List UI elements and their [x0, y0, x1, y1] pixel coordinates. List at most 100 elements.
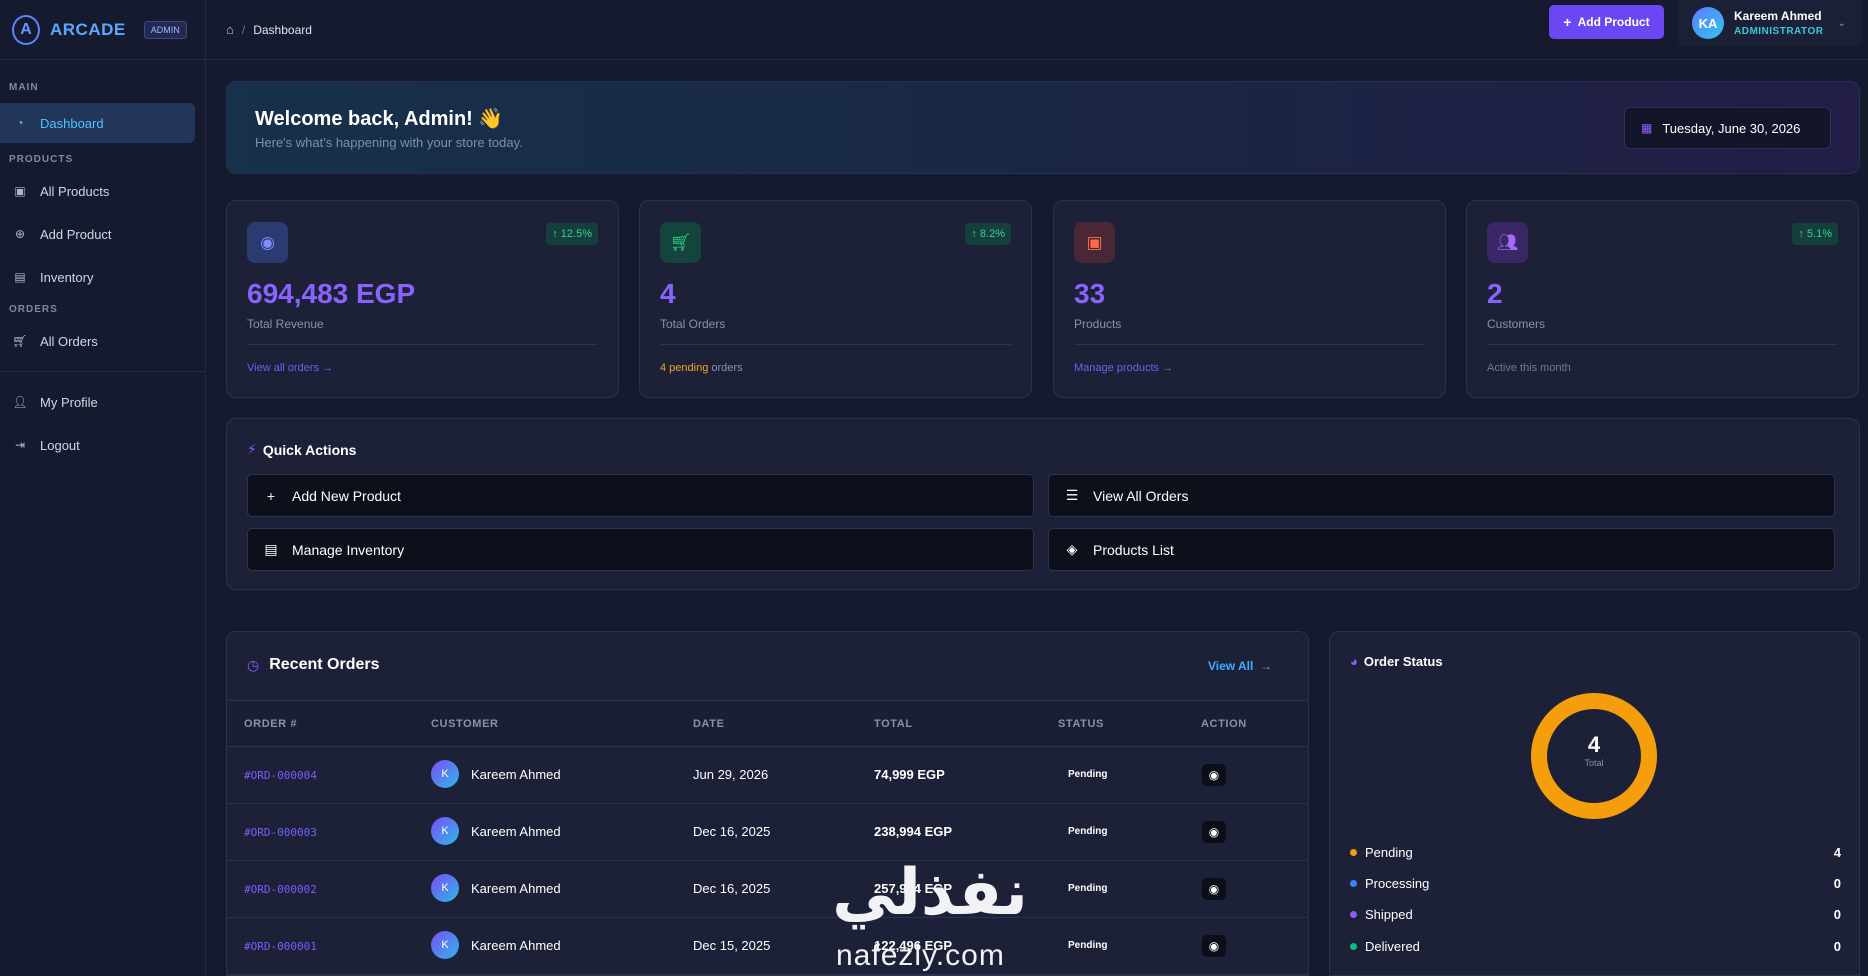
order-date: Dec 15, 2025 — [693, 938, 771, 953]
home-icon[interactable]: ⌂ — [226, 22, 234, 37]
user-gear-icon: 👤︎ — [12, 395, 28, 409]
order-date: Jun 29, 2026 — [693, 767, 769, 782]
eye-icon: ◉ — [1208, 939, 1220, 953]
manage-products-link[interactable]: Manage products → — [1074, 362, 1173, 374]
welcome-banner: Welcome back, Admin! 👋 Here's what's hap… — [226, 81, 1860, 174]
stat-card-orders: 🛒︎ ↑ 8.2% 4 Total Orders 4 pending order… — [639, 200, 1032, 398]
table-row: #ORD-000001 K Kareem Ahmed Dec 15, 2025 1… — [227, 918, 1308, 975]
order-total: 74,999 EGP — [874, 767, 945, 782]
customer-avatar: K — [431, 874, 459, 902]
customer-avatar: K — [431, 760, 459, 788]
legend-dot — [1350, 879, 1357, 887]
column-header: ACTION — [1201, 718, 1247, 730]
sidebar-item-label: My Profile — [40, 394, 98, 410]
recent-orders-panel: ◷ Recent Orders View All → ORDER # CUSTO… — [226, 631, 1309, 976]
legend-count: 0 — [1833, 875, 1841, 891]
view-order-button[interactable]: ◉ — [1202, 764, 1226, 786]
calendar-icon: ▦ — [1641, 121, 1653, 135]
stat-value: 4 — [660, 278, 676, 309]
nav-section-products: PRODUCTS — [9, 154, 74, 165]
sidebar-item-my-profile[interactable]: 👤︎ My Profile — [0, 382, 195, 422]
column-header: DATE — [693, 718, 725, 730]
legend-item-delivered: Delivered 0 — [1350, 936, 1841, 956]
date-text: Tuesday, June 30, 2026 — [1662, 120, 1801, 136]
nav-section-orders: ORDERS — [9, 304, 58, 315]
customer-cell: K Kareem Ahmed — [431, 874, 561, 902]
watermark: نفذلي nafezly.com — [820, 855, 1060, 976]
divider — [1487, 344, 1838, 345]
order-id-link[interactable]: #ORD-000002 — [244, 883, 317, 896]
view-order-button[interactable]: ◉ — [1202, 935, 1226, 957]
table-header: ORDER # CUSTOMER DATE TOTAL STATUS ACTIO… — [227, 700, 1308, 747]
divider — [1074, 344, 1425, 345]
customer-cell: K Kareem Ahmed — [431, 817, 561, 845]
legend-item-processing: Processing 0 — [1350, 873, 1841, 893]
sidebar-item-dashboard[interactable]: ◔ Dashboard — [0, 103, 195, 143]
date-display: ▦ Tuesday, June 30, 2026 — [1624, 107, 1831, 149]
view-all-orders-button[interactable]: ☰ View All Orders — [1048, 474, 1835, 517]
add-product-button[interactable]: + Add Product — [1549, 5, 1664, 39]
logout-icon: ⇥ — [14, 438, 26, 452]
products-list-button[interactable]: ◈ Products List — [1048, 528, 1835, 571]
users-icon: 👥︎ — [1487, 222, 1528, 263]
eye-icon: ◉ — [1208, 882, 1220, 896]
trend-badge: ↑ 12.5% — [546, 223, 598, 245]
view-all-orders-link[interactable]: View all orders → — [247, 362, 333, 374]
user-menu[interactable]: KA Kareem Ahmed ADMINISTRATOR ⌄ — [1678, 0, 1862, 46]
order-id-link[interactable]: #ORD-000003 — [244, 826, 317, 839]
legend-count: 0 — [1833, 938, 1841, 954]
order-date: Dec 16, 2025 — [693, 881, 771, 896]
stat-label: Total Revenue — [247, 317, 324, 331]
pie-chart-icon: ◕ — [1350, 654, 1358, 669]
stat-label: Customers — [1487, 317, 1546, 331]
view-order-button[interactable]: ◉ — [1202, 878, 1226, 900]
watermark-arabic: نفذلي — [832, 856, 1028, 928]
tags-icon: ◈ — [1066, 541, 1078, 557]
divider — [247, 344, 598, 345]
order-id-link[interactable]: #ORD-000004 — [244, 769, 317, 782]
customer-cell: K Kareem Ahmed — [431, 931, 561, 959]
add-new-product-button[interactable]: + Add New Product — [247, 474, 1034, 517]
order-id-link[interactable]: #ORD-000001 — [244, 940, 317, 953]
view-all-link[interactable]: View All → — [1208, 659, 1272, 673]
sidebar-item-logout[interactable]: ⇥ Logout — [0, 425, 195, 465]
admin-badge: ADMIN — [143, 20, 187, 39]
gauge-icon: ◔ — [16, 116, 24, 130]
cart-icon: 🛒︎ — [660, 222, 701, 263]
stat-card-products: ▣ 33 Products Manage products → — [1053, 200, 1446, 398]
legend-dot — [1350, 848, 1357, 856]
list-icon: ☰ — [1065, 487, 1079, 503]
eye-icon: ◉ — [1208, 768, 1220, 782]
legend-dot — [1350, 942, 1357, 950]
topbar: ⌂ / Dashboard + Add Product KA Kareem Ah… — [206, 0, 1868, 60]
watermark-latin: nafezly.com — [836, 939, 1005, 972]
status-badge: Pending — [1068, 769, 1108, 780]
breadcrumb-separator: / — [241, 22, 246, 37]
stat-label: Total Orders — [660, 317, 726, 331]
bolt-icon: ⚡︎ — [247, 441, 257, 457]
wave-icon: 👋 — [478, 108, 504, 130]
trend-badge: ↑ 8.2% — [965, 223, 1011, 245]
sidebar-item-all-orders[interactable]: 🛒︎ All Orders — [0, 321, 195, 361]
plus-icon: + — [1563, 14, 1572, 30]
status-badge: Pending — [1068, 883, 1108, 894]
table-row: #ORD-000004 K Kareem Ahmed Jun 29, 2026 7… — [227, 747, 1308, 804]
quick-actions-title: ⚡︎ Quick Actions — [247, 441, 357, 458]
brand[interactable]: A ARCADE ADMIN — [0, 0, 205, 60]
user-role: ADMINISTRATOR — [1734, 26, 1824, 37]
sidebar-item-all-products[interactable]: ▣ All Products — [0, 171, 195, 211]
order-status-panel: ◕ Order Status 4 Total Pending 4 Process… — [1329, 631, 1860, 976]
column-header: ORDER # — [244, 718, 298, 730]
status-badge: Pending — [1068, 826, 1108, 837]
breadcrumb: ⌂ / Dashboard — [226, 22, 312, 37]
donut-center: 4 Total — [1530, 732, 1658, 768]
sidebar-item-label: Logout — [40, 437, 80, 453]
view-order-button[interactable]: ◉ — [1202, 821, 1226, 843]
order-date: Dec 16, 2025 — [693, 824, 771, 839]
sidebar-item-add-product[interactable]: ⊕ Add Product — [0, 214, 195, 254]
manage-inventory-button[interactable]: ▤ Manage Inventory — [247, 528, 1034, 571]
nav-section-main: MAIN — [9, 82, 39, 93]
sidebar-item-inventory[interactable]: ▤ Inventory — [0, 257, 195, 297]
stat-label: Products — [1074, 317, 1122, 331]
avatar: KA — [1692, 7, 1724, 39]
